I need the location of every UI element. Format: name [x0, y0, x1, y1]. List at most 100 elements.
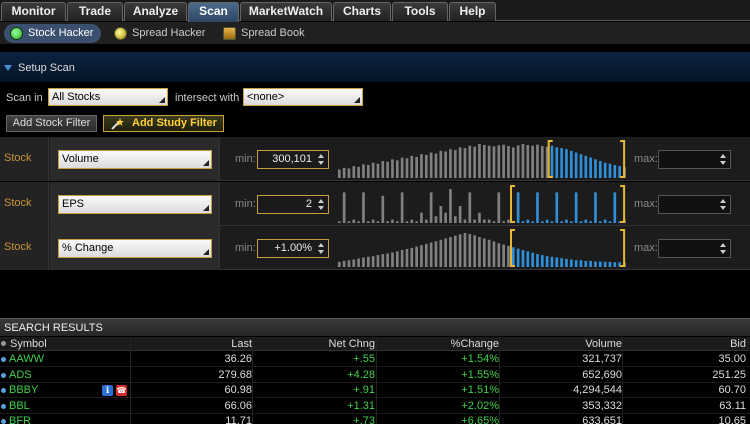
filter-field-select[interactable]: % Change: [58, 239, 212, 258]
spinner-icon[interactable]: [718, 241, 729, 256]
histogram-bar: [386, 221, 389, 223]
cell-net-chng: +.91: [353, 384, 375, 396]
histogram-bar: [376, 255, 380, 267]
spinner-icon[interactable]: [316, 241, 327, 256]
cell-bid: 60.70: [718, 384, 746, 396]
histogram-bar: [482, 219, 486, 223]
distribution-histogram[interactable]: [337, 185, 627, 223]
info-icon[interactable]: ℹ: [102, 385, 113, 396]
histogram-bar: [463, 233, 467, 267]
tab-analyze[interactable]: Analyze: [124, 2, 187, 21]
col-symbol[interactable]: Symbol: [10, 338, 47, 350]
tab-monitor[interactable]: Monitor: [1, 2, 66, 21]
add-stock-filter-button[interactable]: Add Stock Filter: [6, 115, 97, 132]
subtab-spread-hacker[interactable]: Spread Hacker: [108, 24, 205, 43]
max-input[interactable]: [658, 150, 731, 169]
histogram-bar: [371, 162, 375, 178]
histogram-bar: [458, 147, 462, 178]
collapse-triangle-icon[interactable]: [4, 65, 12, 71]
histogram-bar: [526, 145, 530, 178]
intersect-select[interactable]: <none>: [243, 88, 363, 106]
histogram-bar: [424, 154, 428, 178]
table-row[interactable]: BBL 66.06 +1.31 +2.02% 353,332 63.11: [0, 398, 750, 414]
setup-scan-header[interactable]: Setup Scan: [0, 52, 750, 82]
table-row[interactable]: ADS 279.68 +4.28 +1.55% 652,690 251.25: [0, 367, 750, 383]
tab-trade[interactable]: Trade: [67, 2, 123, 21]
scan-in-select[interactable]: All Stocks: [48, 88, 168, 106]
cell-symbol[interactable]: AAWW: [9, 353, 44, 365]
min-label: min:: [235, 242, 256, 254]
distribution-histogram[interactable]: [337, 229, 627, 267]
min-input[interactable]: 2: [257, 195, 329, 214]
col-last[interactable]: Last: [231, 338, 252, 350]
subtab-stock-hacker[interactable]: Stock Hacker: [4, 24, 102, 43]
filter-type-label: Stock: [4, 241, 32, 253]
cell-symbol[interactable]: BFR: [9, 415, 31, 424]
max-input[interactable]: [658, 239, 731, 258]
histogram-bar: [410, 247, 414, 267]
tab-marketwatch[interactable]: MarketWatch: [240, 2, 332, 21]
table-row[interactable]: BFR 11.71 +.73 +6.65% 633,651 10.65: [0, 414, 750, 424]
cell-symbol[interactable]: BBBY: [9, 384, 38, 396]
histogram-bar: [391, 219, 394, 223]
dropdown-corner-icon: [203, 249, 209, 255]
filter-field-select[interactable]: EPS: [58, 195, 212, 214]
histogram-bar: [603, 261, 607, 267]
histogram-bar: [473, 235, 476, 267]
col-net-chng[interactable]: Net Chng: [329, 338, 375, 350]
min-label: min:: [235, 153, 256, 165]
table-row[interactable]: AAWW 36.26 +.55 +1.54% 321,737 35.00: [0, 352, 750, 367]
distribution-histogram[interactable]: [337, 140, 627, 178]
spinner-icon[interactable]: [316, 197, 327, 212]
tab-scan[interactable]: Scan: [188, 2, 239, 22]
phone-icon[interactable]: ☎: [116, 385, 127, 396]
col-volume[interactable]: Volume: [585, 338, 622, 350]
cell-symbol[interactable]: BBL: [9, 400, 30, 412]
histogram-bar: [439, 150, 443, 178]
col-pct-change[interactable]: %Change: [451, 338, 499, 350]
column-marker-icon: [1, 341, 6, 346]
filter-field-select[interactable]: Volume: [58, 150, 212, 169]
histogram-bar: [531, 145, 534, 178]
spinner-icon[interactable]: [718, 152, 729, 167]
cell-net-chng: +.73: [353, 415, 375, 424]
histogram-bar: [589, 260, 592, 267]
tab-tools[interactable]: Tools: [392, 2, 448, 21]
spinner-icon[interactable]: [718, 197, 729, 212]
tab-charts[interactable]: Charts: [333, 2, 391, 21]
histogram-bar: [468, 192, 472, 223]
add-study-filter-button[interactable]: Add Study Filter: [103, 115, 224, 132]
histogram-bar: [420, 245, 423, 267]
search-results-header: SEARCH RESULTS: [0, 318, 750, 336]
histogram-bar: [444, 212, 447, 223]
cell-pct-change: +2.02%: [461, 399, 499, 412]
column-divider: [499, 337, 500, 424]
histogram-bar: [468, 145, 472, 178]
col-bid[interactable]: Bid: [730, 338, 746, 350]
filter-type-cell: Stock: [0, 182, 49, 226]
min-input[interactable]: 300,101: [257, 150, 329, 169]
histogram-bar: [366, 165, 370, 178]
histogram-bar: [565, 219, 568, 223]
histogram-bar: [342, 192, 346, 223]
min-input[interactable]: +1.00%: [257, 239, 329, 258]
histogram-bar: [584, 155, 588, 178]
histogram-bar: [521, 221, 525, 223]
histogram-bar: [395, 160, 399, 178]
table-row[interactable]: BBBY ℹ ☎ 60.98 +.91 +1.51% 4,294,544 60.70: [0, 383, 750, 398]
spinner-icon[interactable]: [316, 152, 327, 167]
max-input[interactable]: [658, 195, 731, 214]
histogram-bar: [366, 256, 370, 267]
histogram-bar: [444, 151, 447, 178]
tab-help[interactable]: Help: [449, 2, 496, 21]
subtab-spread-book[interactable]: Spread Book: [217, 24, 305, 43]
histogram-bar: [579, 221, 583, 223]
min-value: 2: [305, 198, 312, 210]
row-marker-icon: [1, 403, 6, 409]
histogram-bar: [357, 221, 360, 223]
histogram-bar: [516, 248, 520, 267]
histogram-bar: [516, 145, 520, 178]
cell-pct-change: +1.55%: [461, 368, 499, 381]
histogram-bar: [497, 145, 501, 178]
cell-symbol[interactable]: ADS: [9, 369, 32, 381]
